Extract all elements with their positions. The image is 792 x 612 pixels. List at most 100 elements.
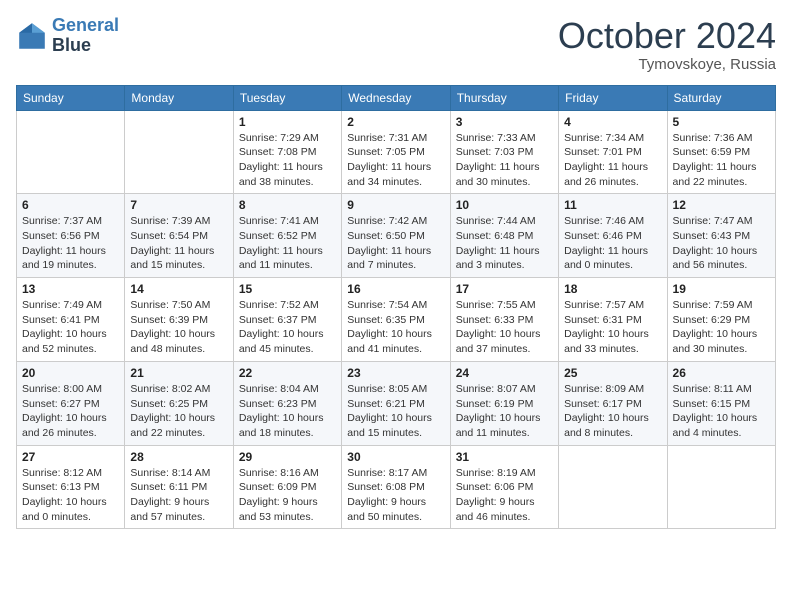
day-number: 17	[456, 282, 553, 296]
day-number: 28	[130, 450, 227, 464]
day-info: Sunrise: 7:57 AM Sunset: 6:31 PM Dayligh…	[564, 298, 661, 357]
day-number: 23	[347, 366, 444, 380]
day-info: Sunrise: 7:36 AM Sunset: 6:59 PM Dayligh…	[673, 131, 770, 190]
title-block: October 2024 Tymovskoye, Russia	[558, 16, 776, 73]
calendar-table: SundayMondayTuesdayWednesdayThursdayFrid…	[16, 85, 776, 530]
day-info: Sunrise: 8:11 AM Sunset: 6:15 PM Dayligh…	[673, 382, 770, 441]
day-info: Sunrise: 7:46 AM Sunset: 6:46 PM Dayligh…	[564, 214, 661, 273]
day-info: Sunrise: 8:05 AM Sunset: 6:21 PM Dayligh…	[347, 382, 444, 441]
calendar-cell: 28 Sunrise: 8:14 AM Sunset: 6:11 PM Dayli…	[125, 445, 233, 529]
location: Tymovskoye, Russia	[558, 56, 776, 73]
day-info: Sunrise: 7:52 AM Sunset: 6:37 PM Dayligh…	[239, 298, 336, 357]
day-info: Sunrise: 7:34 AM Sunset: 7:01 PM Dayligh…	[564, 131, 661, 190]
calendar-week-row: 27 Sunrise: 8:12 AM Sunset: 6:13 PM Dayli…	[17, 445, 776, 529]
day-number: 14	[130, 282, 227, 296]
calendar-cell: 12 Sunrise: 7:47 AM Sunset: 6:43 PM Dayli…	[667, 194, 775, 278]
day-info: Sunrise: 8:12 AM Sunset: 6:13 PM Dayligh…	[22, 466, 119, 525]
day-number: 16	[347, 282, 444, 296]
day-info: Sunrise: 7:33 AM Sunset: 7:03 PM Dayligh…	[456, 131, 553, 190]
day-number: 22	[239, 366, 336, 380]
calendar-week-row: 6 Sunrise: 7:37 AM Sunset: 6:56 PM Daylig…	[17, 194, 776, 278]
weekday-header-cell: Saturday	[667, 85, 775, 110]
calendar-cell: 3 Sunrise: 7:33 AM Sunset: 7:03 PM Daylig…	[450, 110, 558, 194]
day-number: 19	[673, 282, 770, 296]
day-number: 30	[347, 450, 444, 464]
day-number: 26	[673, 366, 770, 380]
calendar-body: 1 Sunrise: 7:29 AM Sunset: 7:08 PM Daylig…	[17, 110, 776, 529]
day-number: 18	[564, 282, 661, 296]
day-number: 27	[22, 450, 119, 464]
day-number: 4	[564, 115, 661, 129]
day-number: 5	[673, 115, 770, 129]
day-number: 13	[22, 282, 119, 296]
day-info: Sunrise: 8:14 AM Sunset: 6:11 PM Dayligh…	[130, 466, 227, 525]
calendar-cell	[667, 445, 775, 529]
calendar-cell: 5 Sunrise: 7:36 AM Sunset: 6:59 PM Daylig…	[667, 110, 775, 194]
calendar-cell	[559, 445, 667, 529]
weekday-header-cell: Sunday	[17, 85, 125, 110]
day-number: 2	[347, 115, 444, 129]
day-info: Sunrise: 7:37 AM Sunset: 6:56 PM Dayligh…	[22, 214, 119, 273]
calendar-cell: 15Sunrise: 7:52 AM Sunset: 6:37 PM Dayli…	[233, 278, 341, 362]
calendar-cell: 26 Sunrise: 8:11 AM Sunset: 6:15 PM Dayli…	[667, 361, 775, 445]
calendar-cell: 13 Sunrise: 7:49 AM Sunset: 6:41 PM Dayli…	[17, 278, 125, 362]
weekday-header-cell: Friday	[559, 85, 667, 110]
calendar-cell: 24 Sunrise: 8:07 AM Sunset: 6:19 PM Dayli…	[450, 361, 558, 445]
day-info: Sunrise: 7:42 AM Sunset: 6:50 PM Dayligh…	[347, 214, 444, 273]
calendar-cell	[125, 110, 233, 194]
calendar-cell: 20 Sunrise: 8:00 AM Sunset: 6:27 PM Dayli…	[17, 361, 125, 445]
calendar-cell: 7Sunrise: 7:39 AM Sunset: 6:54 PM Daylig…	[125, 194, 233, 278]
calendar-cell: 10Sunrise: 7:44 AM Sunset: 6:48 PM Dayli…	[450, 194, 558, 278]
day-number: 6	[22, 198, 119, 212]
calendar-cell: 16 Sunrise: 7:54 AM Sunset: 6:35 PM Dayli…	[342, 278, 450, 362]
day-info: Sunrise: 7:50 AM Sunset: 6:39 PM Dayligh…	[130, 298, 227, 357]
day-info: Sunrise: 8:16 AM Sunset: 6:09 PM Dayligh…	[239, 466, 336, 525]
calendar-cell: 25 Sunrise: 8:09 AM Sunset: 6:17 PM Dayli…	[559, 361, 667, 445]
logo: General Blue	[16, 16, 119, 56]
calendar-cell: 19Sunrise: 7:59 AM Sunset: 6:29 PM Dayli…	[667, 278, 775, 362]
day-info: Sunrise: 8:19 AM Sunset: 6:06 PM Dayligh…	[456, 466, 553, 525]
day-info: Sunrise: 7:47 AM Sunset: 6:43 PM Dayligh…	[673, 214, 770, 273]
calendar-cell: 22 Sunrise: 8:04 AM Sunset: 6:23 PM Dayli…	[233, 361, 341, 445]
calendar-cell	[17, 110, 125, 194]
calendar-week-row: 13 Sunrise: 7:49 AM Sunset: 6:41 PM Dayli…	[17, 278, 776, 362]
calendar-cell: 29Sunrise: 8:16 AM Sunset: 6:09 PM Dayli…	[233, 445, 341, 529]
weekday-header-cell: Thursday	[450, 85, 558, 110]
day-number: 31	[456, 450, 553, 464]
calendar-week-row: 1 Sunrise: 7:29 AM Sunset: 7:08 PM Daylig…	[17, 110, 776, 194]
day-number: 9	[347, 198, 444, 212]
day-number: 21	[130, 366, 227, 380]
calendar-cell: 9 Sunrise: 7:42 AM Sunset: 6:50 PM Daylig…	[342, 194, 450, 278]
calendar-cell: 18 Sunrise: 7:57 AM Sunset: 6:31 PM Dayli…	[559, 278, 667, 362]
day-number: 1	[239, 115, 336, 129]
calendar-cell: 4 Sunrise: 7:34 AM Sunset: 7:01 PM Daylig…	[559, 110, 667, 194]
day-number: 10	[456, 198, 553, 212]
day-info: Sunrise: 7:55 AM Sunset: 6:33 PM Dayligh…	[456, 298, 553, 357]
day-info: Sunrise: 8:17 AM Sunset: 6:08 PM Dayligh…	[347, 466, 444, 525]
day-number: 20	[22, 366, 119, 380]
day-info: Sunrise: 8:04 AM Sunset: 6:23 PM Dayligh…	[239, 382, 336, 441]
calendar-cell: 14 Sunrise: 7:50 AM Sunset: 6:39 PM Dayli…	[125, 278, 233, 362]
calendar-cell: 8Sunrise: 7:41 AM Sunset: 6:52 PM Daylig…	[233, 194, 341, 278]
calendar-cell: 1 Sunrise: 7:29 AM Sunset: 7:08 PM Daylig…	[233, 110, 341, 194]
day-info: Sunrise: 8:00 AM Sunset: 6:27 PM Dayligh…	[22, 382, 119, 441]
weekday-header-row: SundayMondayTuesdayWednesdayThursdayFrid…	[17, 85, 776, 110]
day-number: 8	[239, 198, 336, 212]
day-info: Sunrise: 7:31 AM Sunset: 7:05 PM Dayligh…	[347, 131, 444, 190]
calendar-cell: 17 Sunrise: 7:55 AM Sunset: 6:33 PM Dayli…	[450, 278, 558, 362]
day-info: Sunrise: 7:54 AM Sunset: 6:35 PM Dayligh…	[347, 298, 444, 357]
day-number: 12	[673, 198, 770, 212]
calendar-cell: 31 Sunrise: 8:19 AM Sunset: 6:06 PM Dayli…	[450, 445, 558, 529]
day-info: Sunrise: 8:07 AM Sunset: 6:19 PM Dayligh…	[456, 382, 553, 441]
calendar-cell: 27 Sunrise: 8:12 AM Sunset: 6:13 PM Dayli…	[17, 445, 125, 529]
day-info: Sunrise: 7:29 AM Sunset: 7:08 PM Dayligh…	[239, 131, 336, 190]
day-info: Sunrise: 7:49 AM Sunset: 6:41 PM Dayligh…	[22, 298, 119, 357]
day-info: Sunrise: 7:39 AM Sunset: 6:54 PM Dayligh…	[130, 214, 227, 273]
weekday-header-cell: Tuesday	[233, 85, 341, 110]
day-number: 11	[564, 198, 661, 212]
day-number: 25	[564, 366, 661, 380]
day-number: 24	[456, 366, 553, 380]
day-number: 3	[456, 115, 553, 129]
calendar-week-row: 20 Sunrise: 8:00 AM Sunset: 6:27 PM Dayli…	[17, 361, 776, 445]
day-info: Sunrise: 8:09 AM Sunset: 6:17 PM Dayligh…	[564, 382, 661, 441]
